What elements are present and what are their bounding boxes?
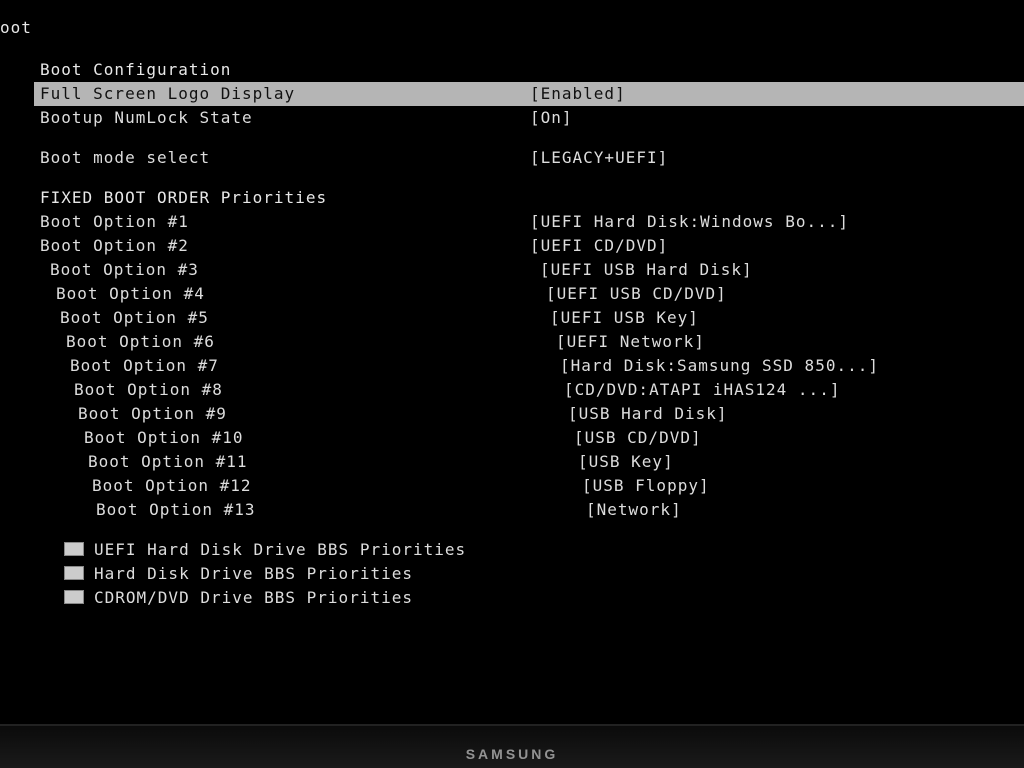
- setting-value: [On]: [530, 106, 573, 130]
- boot-option-value: [USB Key]: [578, 450, 674, 474]
- boot-option-1[interactable]: Boot Option #1 [UEFI Hard Disk:Windows B…: [40, 210, 1024, 234]
- boot-option-label: Boot Option #9: [40, 402, 568, 426]
- boot-option-label: Boot Option #13: [40, 498, 586, 522]
- boot-option-value: [CD/DVD:ATAPI iHAS124 ...]: [564, 378, 840, 402]
- setting-label: Boot mode select: [40, 146, 530, 170]
- boot-option-4[interactable]: Boot Option #4 [UEFI USB CD/DVD]: [40, 282, 1024, 306]
- setting-label: Full Screen Logo Display: [40, 82, 530, 106]
- bbs-label: CDROM/DVD Drive BBS Priorities: [94, 586, 413, 610]
- active-tab-label: oot: [0, 16, 1024, 40]
- boot-option-3[interactable]: Boot Option #3 [UEFI USB Hard Disk]: [40, 258, 1024, 282]
- boot-option-13[interactable]: Boot Option #13 [Network]: [40, 498, 1024, 522]
- boot-option-value: [Network]: [586, 498, 682, 522]
- setting-full-screen-logo[interactable]: Full Screen Logo Display [Enabled]: [34, 82, 1024, 106]
- boot-option-9[interactable]: Boot Option #9 [USB Hard Disk]: [40, 402, 1024, 426]
- boot-option-value: [UEFI USB CD/DVD]: [546, 282, 727, 306]
- spacer: [40, 170, 1024, 186]
- setting-value: [LEGACY+UEFI]: [530, 146, 668, 170]
- boot-option-11[interactable]: Boot Option #11 [USB Key]: [40, 450, 1024, 474]
- bbs-hard-disk[interactable]: Hard Disk Drive BBS Priorities: [40, 562, 1024, 586]
- boot-option-value: [USB Floppy]: [582, 474, 710, 498]
- monitor-brand-label: SAMSUNG: [466, 746, 559, 762]
- boot-option-5[interactable]: Boot Option #5 [UEFI USB Key]: [40, 306, 1024, 330]
- drive-icon: [64, 566, 84, 580]
- spacer: [40, 130, 1024, 146]
- boot-option-value: [USB Hard Disk]: [568, 402, 728, 426]
- boot-option-2[interactable]: Boot Option #2 [UEFI CD/DVD]: [40, 234, 1024, 258]
- boot-option-8[interactable]: Boot Option #8 [CD/DVD:ATAPI iHAS124 ...…: [40, 378, 1024, 402]
- boot-option-value: [UEFI USB Hard Disk]: [540, 258, 753, 282]
- monitor-bezel: SAMSUNG: [0, 724, 1024, 768]
- setting-numlock-state[interactable]: Bootup NumLock State [On]: [40, 106, 1024, 130]
- setting-value: [Enabled]: [530, 82, 626, 106]
- boot-option-label: Boot Option #5: [40, 306, 550, 330]
- bbs-uefi-hard-disk[interactable]: UEFI Hard Disk Drive BBS Priorities: [40, 538, 1024, 562]
- boot-option-label: Boot Option #10: [40, 426, 574, 450]
- boot-option-6[interactable]: Boot Option #6 [UEFI Network]: [40, 330, 1024, 354]
- boot-option-7[interactable]: Boot Option #7 [Hard Disk:Samsung SSD 85…: [40, 354, 1024, 378]
- bbs-cdrom-dvd[interactable]: CDROM/DVD Drive BBS Priorities: [40, 586, 1024, 610]
- bbs-label: UEFI Hard Disk Drive BBS Priorities: [94, 538, 466, 562]
- bios-content: Boot Configuration Full Screen Logo Disp…: [40, 58, 1024, 610]
- spacer: [40, 522, 1024, 538]
- boot-option-value: [Hard Disk:Samsung SSD 850...]: [560, 354, 879, 378]
- section-fixed-boot-order: FIXED BOOT ORDER Priorities: [40, 186, 1024, 210]
- boot-option-label: Boot Option #4: [40, 282, 546, 306]
- boot-option-label: Boot Option #12: [40, 474, 582, 498]
- boot-option-10[interactable]: Boot Option #10 [USB CD/DVD]: [40, 426, 1024, 450]
- bbs-label: Hard Disk Drive BBS Priorities: [94, 562, 413, 586]
- boot-option-value: [UEFI USB Key]: [550, 306, 699, 330]
- boot-option-value: [UEFI Hard Disk:Windows Bo...]: [530, 210, 849, 234]
- boot-option-value: [UEFI Network]: [556, 330, 705, 354]
- boot-option-label: Boot Option #6: [40, 330, 556, 354]
- boot-option-label: Boot Option #7: [40, 354, 560, 378]
- boot-option-value: [USB CD/DVD]: [574, 426, 702, 450]
- drive-icon: [64, 542, 84, 556]
- boot-option-value: [UEFI CD/DVD]: [530, 234, 668, 258]
- boot-option-label: Boot Option #8: [40, 378, 564, 402]
- boot-option-label: Boot Option #2: [40, 234, 530, 258]
- setting-label: Bootup NumLock State: [40, 106, 530, 130]
- boot-option-label: Boot Option #3: [40, 258, 540, 282]
- boot-option-label: Boot Option #11: [40, 450, 578, 474]
- drive-icon: [64, 590, 84, 604]
- section-boot-configuration: Boot Configuration: [40, 58, 1024, 82]
- setting-boot-mode[interactable]: Boot mode select [LEGACY+UEFI]: [40, 146, 1024, 170]
- boot-option-12[interactable]: Boot Option #12 [USB Floppy]: [40, 474, 1024, 498]
- bios-screen: oot Boot Configuration Full Screen Logo …: [0, 8, 1024, 728]
- boot-option-label: Boot Option #1: [40, 210, 530, 234]
